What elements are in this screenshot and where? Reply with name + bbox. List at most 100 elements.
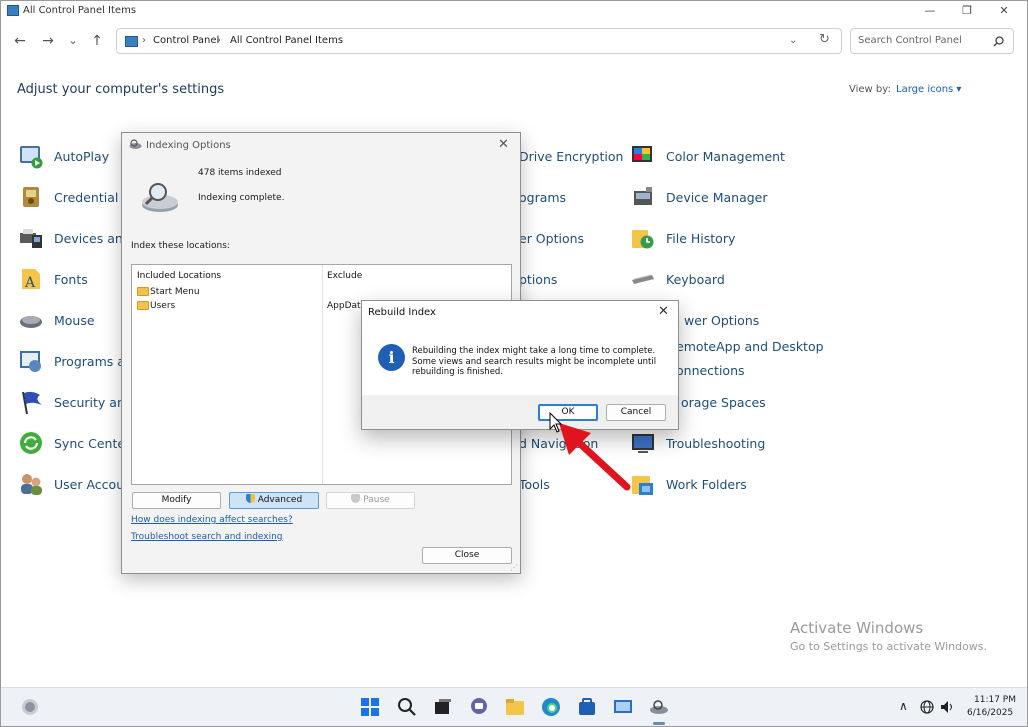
link-troubleshoot-indexing[interactable]: Troubleshoot search and indexing bbox=[131, 532, 283, 542]
cp-item-label: Device Manager bbox=[666, 190, 768, 205]
cp-item-label: Troubleshooting bbox=[666, 436, 766, 451]
breadcrumb-separator: › bbox=[142, 35, 146, 46]
tray-overflow-icon[interactable]: ∧ bbox=[899, 699, 908, 713]
column-header-included[interactable]: Included Locations bbox=[137, 271, 221, 281]
cp-item-label: Programs ar bbox=[54, 354, 131, 369]
search-icon[interactable] bbox=[397, 697, 417, 717]
indexing-icon bbox=[129, 139, 142, 149]
advanced-button[interactable]: Advanced bbox=[229, 492, 319, 509]
pause-button[interactable]: Pause bbox=[326, 492, 415, 509]
task-view-icon[interactable] bbox=[433, 697, 453, 717]
modify-button[interactable]: Modify bbox=[132, 492, 221, 509]
clock-date[interactable]: 6/16/2025 bbox=[967, 708, 1013, 718]
cp-item-label: orage Spaces bbox=[681, 395, 766, 410]
control-panel-icon bbox=[125, 36, 138, 47]
autoplay-icon bbox=[20, 146, 43, 169]
edge-icon[interactable] bbox=[541, 697, 561, 717]
volume-icon[interactable] bbox=[940, 700, 954, 714]
cp-item-label: Color Management bbox=[666, 149, 785, 164]
chat-icon[interactable] bbox=[469, 697, 489, 717]
cp-item-label: emoteApp and Desktop bbox=[676, 339, 824, 354]
cp-item-label: ptions bbox=[519, 272, 558, 287]
close-icon[interactable]: ✕ bbox=[498, 137, 509, 152]
view-by-label: View by: bbox=[849, 84, 891, 95]
cp-item-label: wer Options bbox=[684, 313, 760, 328]
address-dropdown-icon[interactable]: ⌄ bbox=[789, 35, 797, 46]
dialog-title: Indexing Options bbox=[146, 140, 231, 151]
shield-icon bbox=[351, 494, 361, 503]
close-dialog-button[interactable]: Close bbox=[422, 547, 512, 564]
active-app-indicator bbox=[653, 722, 665, 725]
link-indexing-affect-searches[interactable]: How does indexing affect searches? bbox=[131, 515, 293, 525]
minimize-button[interactable]: — bbox=[912, 2, 948, 20]
sync-icon bbox=[20, 432, 42, 454]
flag-icon bbox=[22, 391, 42, 415]
column-header-exclude[interactable]: Exclude bbox=[327, 271, 362, 281]
taskbar: ∧ 11:17 PM 6/16/2025 bbox=[1, 687, 1027, 726]
cp-item-label: Work Folders bbox=[666, 477, 747, 492]
locations-label: Index these locations: bbox=[131, 241, 230, 251]
keyboard-icon bbox=[632, 274, 654, 284]
cp-item-label: Drive Encryption bbox=[519, 149, 624, 164]
breadcrumb-control-panel[interactable]: Control Panel bbox=[153, 35, 219, 46]
advanced-label: Advanced bbox=[257, 495, 303, 505]
control-panel-taskbar-icon[interactable] bbox=[613, 697, 633, 717]
breadcrumb-all-items[interactable]: All Control Panel Items bbox=[230, 35, 343, 46]
cp-item-label: Keyboard bbox=[666, 272, 725, 287]
dialog-title: Rebuild Index bbox=[368, 307, 436, 318]
info-icon: i bbox=[378, 344, 405, 371]
fonts-icon: A bbox=[22, 269, 40, 291]
search-icon bbox=[993, 36, 1004, 47]
folder-icon bbox=[137, 301, 149, 310]
activation-watermark-text: Go to Settings to activate Windows. bbox=[790, 640, 988, 653]
cp-item-label: Mouse bbox=[54, 313, 95, 328]
up-button[interactable]: ↑ bbox=[88, 32, 106, 50]
device-manager-icon bbox=[634, 187, 652, 205]
breadcrumb-separator: › bbox=[217, 35, 221, 46]
start-icon[interactable] bbox=[360, 697, 380, 717]
page-title: Adjust your computer's settings bbox=[17, 82, 225, 97]
credential-manager-icon bbox=[23, 187, 39, 207]
folder-icon bbox=[137, 287, 149, 296]
user-accounts-icon bbox=[21, 474, 42, 495]
items-indexed-count: 478 items indexed bbox=[198, 168, 282, 178]
indexing-status: Indexing complete. bbox=[198, 193, 285, 203]
store-icon[interactable] bbox=[577, 697, 597, 717]
network-icon[interactable] bbox=[920, 700, 934, 714]
control-panel-icon bbox=[7, 5, 19, 16]
view-by-dropdown[interactable]: Large icons ▾ bbox=[896, 84, 961, 95]
mouse-icon bbox=[20, 316, 42, 328]
cp-item-label: AutoPlay bbox=[54, 149, 110, 164]
maximize-button[interactable]: ❐ bbox=[949, 2, 985, 20]
window-title: All Control Panel Items bbox=[23, 5, 137, 16]
refresh-icon[interactable]: ↻ bbox=[819, 32, 830, 47]
svg-text:A: A bbox=[24, 275, 36, 291]
recent-locations-button[interactable]: ⌄ bbox=[64, 32, 82, 50]
file-explorer-icon[interactable] bbox=[505, 697, 525, 717]
search-input[interactable]: Search Control Panel bbox=[850, 28, 1014, 54]
column-divider bbox=[322, 265, 323, 484]
weather-icon[interactable] bbox=[20, 697, 40, 717]
cp-item-label: Sync Center bbox=[54, 436, 131, 451]
clock-time[interactable]: 11:17 PM bbox=[974, 695, 1016, 705]
back-button[interactable]: ← bbox=[11, 32, 29, 50]
programs-features-icon bbox=[20, 351, 41, 372]
cp-item-label: Devices and bbox=[54, 231, 131, 246]
mouse-cursor bbox=[549, 411, 563, 433]
magnifier-drive-icon bbox=[142, 183, 178, 212]
title-bar: All Control Panel Items — ❐ ✕ bbox=[1, 1, 1027, 21]
close-icon[interactable]: ✕ bbox=[658, 304, 669, 319]
forward-button[interactable]: → bbox=[39, 32, 57, 50]
location-users[interactable]: Users bbox=[150, 301, 175, 311]
dialog-body: i Rebuilding the index might take a long… bbox=[362, 327, 678, 395]
indexing-taskbar-icon[interactable] bbox=[649, 697, 669, 717]
cp-item-label: er Options bbox=[519, 231, 585, 246]
location-start-menu[interactable]: Start Menu bbox=[150, 287, 200, 297]
close-button[interactable]: ✕ bbox=[986, 2, 1022, 20]
pause-label: Pause bbox=[363, 495, 390, 505]
file-history-icon bbox=[632, 230, 654, 249]
cp-item-label: ograms bbox=[519, 190, 567, 205]
address-bar[interactable]: › Control Panel › All Control Panel Item… bbox=[116, 28, 842, 54]
devices-printers-icon bbox=[20, 229, 42, 248]
resize-grip[interactable]: ⋰ bbox=[510, 563, 518, 572]
